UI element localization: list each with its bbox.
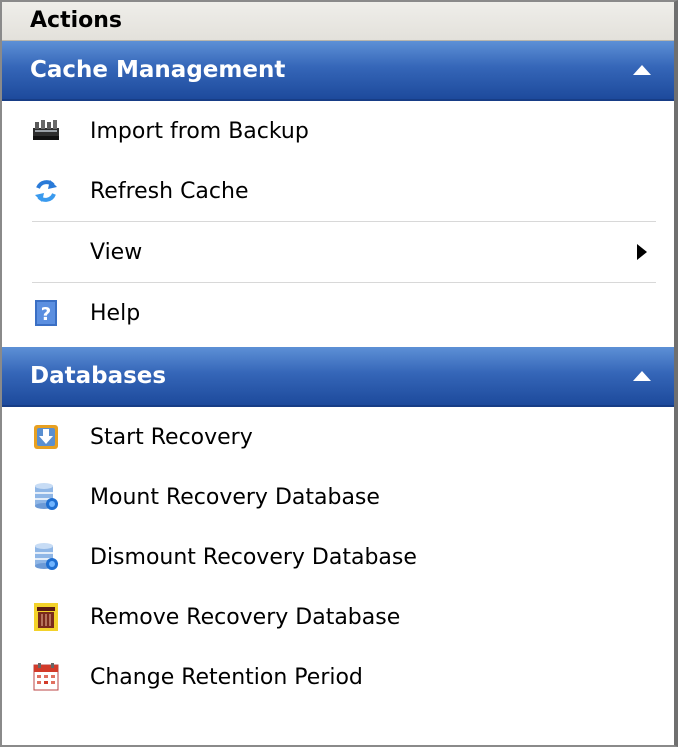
action-label: Import from Backup xyxy=(90,118,309,144)
action-label: Dismount Recovery Database xyxy=(90,544,417,570)
section-header-databases[interactable]: Databases xyxy=(2,347,674,407)
action-label: Remove Recovery Database xyxy=(90,604,401,630)
actions-pane-title: Actions xyxy=(2,2,674,41)
action-label: Start Recovery xyxy=(90,424,253,450)
help-icon: ? xyxy=(32,299,60,327)
start-recovery-icon xyxy=(32,423,60,451)
action-start-recovery[interactable]: Start Recovery xyxy=(2,407,674,467)
actions-pane: Actions Cache Management Import from Bac… xyxy=(0,0,678,747)
import-backup-icon xyxy=(32,117,60,145)
action-change-retention-period[interactable]: Change Retention Period xyxy=(2,647,674,707)
action-label: Help xyxy=(90,300,141,326)
submenu-arrow-icon xyxy=(632,242,652,262)
section-header-label: Databases xyxy=(30,363,167,389)
action-help[interactable]: ? Help xyxy=(2,283,674,343)
remove-database-icon xyxy=(32,603,60,631)
action-import-from-backup[interactable]: Import from Backup xyxy=(2,101,674,161)
section-header-cache-management[interactable]: Cache Management xyxy=(2,41,674,101)
mount-database-icon xyxy=(32,483,60,511)
action-view[interactable]: View xyxy=(2,222,674,282)
action-dismount-recovery-database[interactable]: Dismount Recovery Database xyxy=(2,527,674,587)
action-label: Refresh Cache xyxy=(90,178,249,204)
svg-text:?: ? xyxy=(41,304,51,325)
calendar-icon xyxy=(32,663,60,691)
collapse-up-icon[interactable] xyxy=(630,364,654,388)
action-refresh-cache[interactable]: Refresh Cache xyxy=(2,161,674,221)
blank-icon-slot xyxy=(32,238,60,266)
section-header-label: Cache Management xyxy=(30,57,286,83)
collapse-up-icon[interactable] xyxy=(630,58,654,82)
action-label: Mount Recovery Database xyxy=(90,484,380,510)
refresh-icon xyxy=(32,177,60,205)
dismount-database-icon xyxy=(32,543,60,571)
action-mount-recovery-database[interactable]: Mount Recovery Database xyxy=(2,467,674,527)
action-label: Change Retention Period xyxy=(90,664,363,690)
action-label: View xyxy=(90,239,143,265)
action-remove-recovery-database[interactable]: Remove Recovery Database xyxy=(2,587,674,647)
